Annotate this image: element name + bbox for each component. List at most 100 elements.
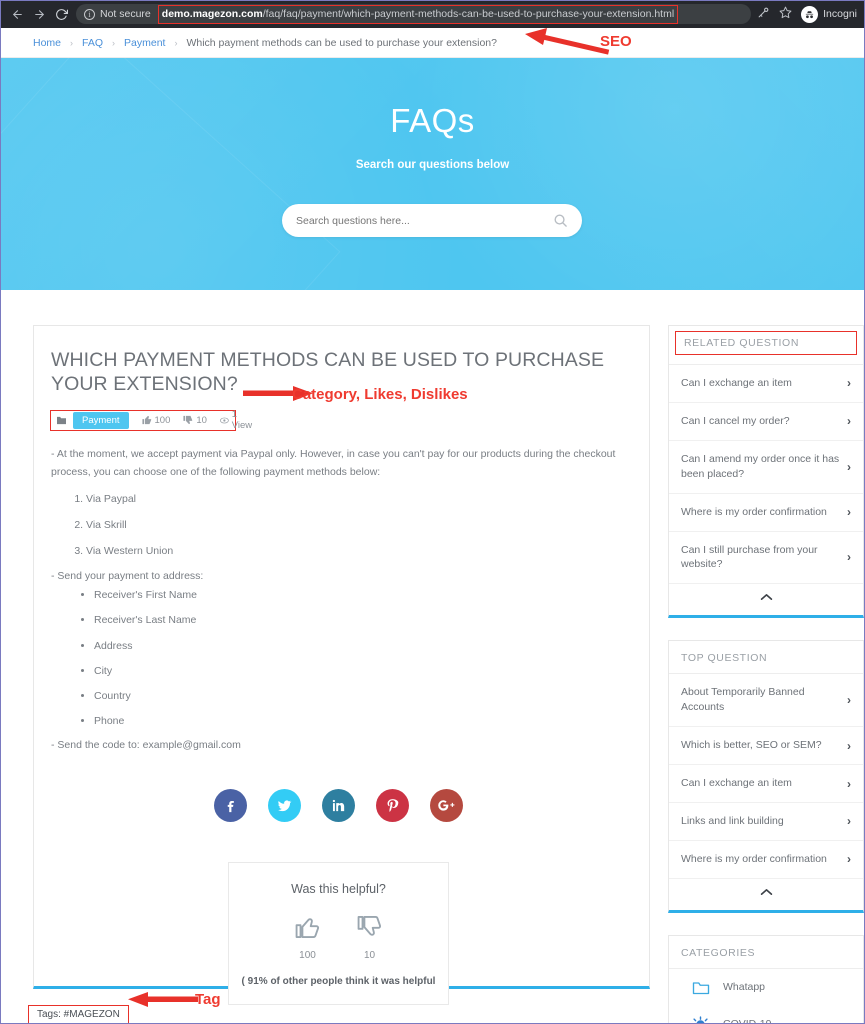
helpful-percent-note: ( 91% of other people think it was helpf…	[241, 976, 436, 988]
related-question-panel: RELATED QUESTION Can I exchange an item …	[668, 325, 864, 619]
list-item: City	[94, 664, 627, 679]
thumbs-up-icon	[295, 918, 319, 939]
code-line: - Send the code to: example@gmail.com	[51, 739, 241, 752]
related-collapse-toggle[interactable]	[669, 584, 863, 611]
sidebar-item-top-0[interactable]: About Temporarily Banned Accounts ›	[669, 674, 863, 728]
star-icon[interactable]	[779, 6, 792, 22]
address-fields-list: Receiver's First Name Receiver's Last Na…	[50, 588, 627, 729]
sidebar: RELATED QUESTION Can I exchange an item …	[668, 325, 864, 1024]
incognito-label: Incogni	[823, 8, 857, 20]
thumbs-up-icon	[141, 416, 151, 425]
googleplus-icon[interactable]	[430, 789, 463, 823]
question-label: Where is my order confirmation	[681, 505, 827, 518]
category-badge[interactable]: Payment	[73, 411, 129, 429]
article-card: WHICH PAYMENT METHODS CAN BE USED TO PUR…	[33, 325, 650, 1006]
reload-icon[interactable]	[50, 3, 72, 25]
sidebar-item-related-4[interactable]: Can I still purchase from your website? …	[669, 532, 863, 585]
sidebar-item-top-1[interactable]: Which is better, SEO or SEM? ›	[669, 727, 863, 766]
chevron-up-icon	[760, 594, 772, 601]
helpful-up[interactable]: 100	[294, 913, 322, 961]
sidebar-item-top-3[interactable]: Links and link building ›	[669, 803, 863, 841]
thumbs-down-icon	[357, 916, 381, 937]
chevron-right-icon: ›	[847, 376, 851, 391]
eye-icon	[219, 417, 229, 424]
article-meta-row: Payment 100 10 1 View	[50, 409, 252, 431]
sidebar-item-top-2[interactable]: Can I exchange an item ›	[669, 765, 863, 803]
virus-icon	[691, 1015, 710, 1024]
browser-toolbar: i Not secure demo.magezon.com/faq/faq/pa…	[0, 0, 865, 28]
search-box[interactable]	[282, 204, 582, 237]
helpful-thumbs: 100 10	[239, 913, 438, 961]
address-bar[interactable]: i Not secure demo.magezon.com/faq/faq/pa…	[76, 4, 752, 24]
key-icon[interactable]	[757, 6, 770, 22]
incognito-icon	[801, 5, 819, 23]
social-share-bar	[50, 789, 627, 823]
breadcrumb-separator: ›	[112, 37, 116, 48]
sidebar-item-category-whatapp[interactable]: Whatapp	[669, 969, 863, 1006]
question-label: Can I exchange an item	[681, 377, 792, 389]
list-item: Via Skrill	[86, 518, 627, 533]
security-label: Not secure	[100, 8, 151, 20]
breadcrumb-separator: ›	[70, 37, 74, 48]
breadcrumb-item-payment[interactable]: Payment	[124, 37, 165, 49]
list-item: Country	[94, 689, 627, 704]
sidebar-item-category-covid[interactable]: COVID-19	[669, 1006, 863, 1024]
question-label: About Temporarily Banned Accounts	[681, 686, 805, 714]
helpful-down[interactable]: 10	[356, 913, 384, 961]
linkedin-icon[interactable]	[322, 789, 355, 823]
sidebar-item-related-1[interactable]: Can I cancel my order? ›	[669, 403, 863, 441]
back-arrow-icon[interactable]	[6, 3, 28, 25]
annotation-arrow-tag	[128, 992, 198, 1007]
incognito-indicator[interactable]: Incogni	[801, 5, 857, 23]
question-label: Can I still purchase from your website?	[681, 543, 818, 571]
top-question-panel: TOP QUESTION About Temporarily Banned Ac…	[668, 640, 864, 913]
info-icon: i	[84, 8, 95, 20]
chevron-right-icon: ›	[847, 693, 851, 708]
annotation-label-seo: SEO	[600, 33, 632, 50]
tags-label[interactable]: Tags: #MAGEZON	[28, 1005, 129, 1024]
twitter-icon[interactable]	[268, 789, 301, 823]
dislikes-count: 10	[196, 414, 207, 426]
pinterest-icon[interactable]	[376, 789, 409, 823]
sidebar-item-top-4[interactable]: Where is my order confirmation ›	[669, 841, 863, 879]
url-text: demo.magezon.com/faq/faq/payment/which-p…	[162, 8, 674, 20]
breadcrumb: Home › FAQ › Payment › Which payment met…	[0, 28, 865, 58]
list-item: Via Western Union	[86, 544, 627, 559]
chevron-right-icon: ›	[847, 459, 851, 474]
chevron-right-icon: ›	[847, 738, 851, 753]
sidebar-item-related-2[interactable]: Can I amend my order once it has been pl…	[669, 441, 863, 494]
helpful-up-count: 100	[299, 950, 316, 962]
likes-stat[interactable]: 100	[141, 414, 171, 426]
dislikes-stat[interactable]: 10	[183, 415, 207, 426]
top-collapse-toggle[interactable]	[669, 879, 863, 906]
list-item: Via Paypal	[86, 492, 627, 507]
page-title: FAQs	[390, 102, 475, 139]
question-label: Can I cancel my order?	[681, 414, 790, 427]
breadcrumb-item-faq[interactable]: FAQ	[82, 37, 103, 49]
sidebar-item-related-3[interactable]: Where is my order confirmation ›	[669, 494, 863, 532]
breadcrumb-item-home[interactable]: Home	[33, 37, 61, 49]
forward-arrow-icon[interactable]	[28, 3, 50, 25]
page-root: i Not secure demo.magezon.com/faq/faq/pa…	[0, 0, 865, 1024]
chevron-right-icon: ›	[847, 505, 851, 520]
facebook-icon[interactable]	[214, 789, 247, 823]
list-item: Address	[94, 639, 627, 654]
toolbar-right-actions: Incogni	[757, 5, 859, 23]
likes-count: 100	[154, 414, 171, 426]
question-label: Which is better, SEO or SEM?	[681, 739, 822, 752]
search-icon[interactable]	[553, 213, 568, 228]
question-label: Links and link building	[681, 814, 784, 827]
sidebar-item-related-0[interactable]: Can I exchange an item ›	[669, 365, 863, 403]
helpful-down-count: 10	[363, 950, 376, 962]
category-label: Whatapp	[723, 981, 766, 994]
category-label: COVID-19	[723, 1018, 771, 1024]
hero-subtitle: Search our questions below	[355, 159, 510, 171]
chevron-up-icon	[760, 888, 772, 895]
chevron-right-icon: ›	[847, 852, 851, 867]
categories-panel: CATEGORIES Whatapp COVID-19	[668, 934, 864, 1024]
url-path: /faq/faq/payment/which-payment-methods-c…	[262, 8, 675, 20]
chevron-right-icon: ›	[847, 414, 851, 429]
question-label: Can I amend my order once it has been pl…	[681, 452, 840, 480]
search-input[interactable]	[296, 214, 553, 227]
payment-methods-list: Via Paypal Via Skrill Via Western Union	[50, 492, 627, 560]
